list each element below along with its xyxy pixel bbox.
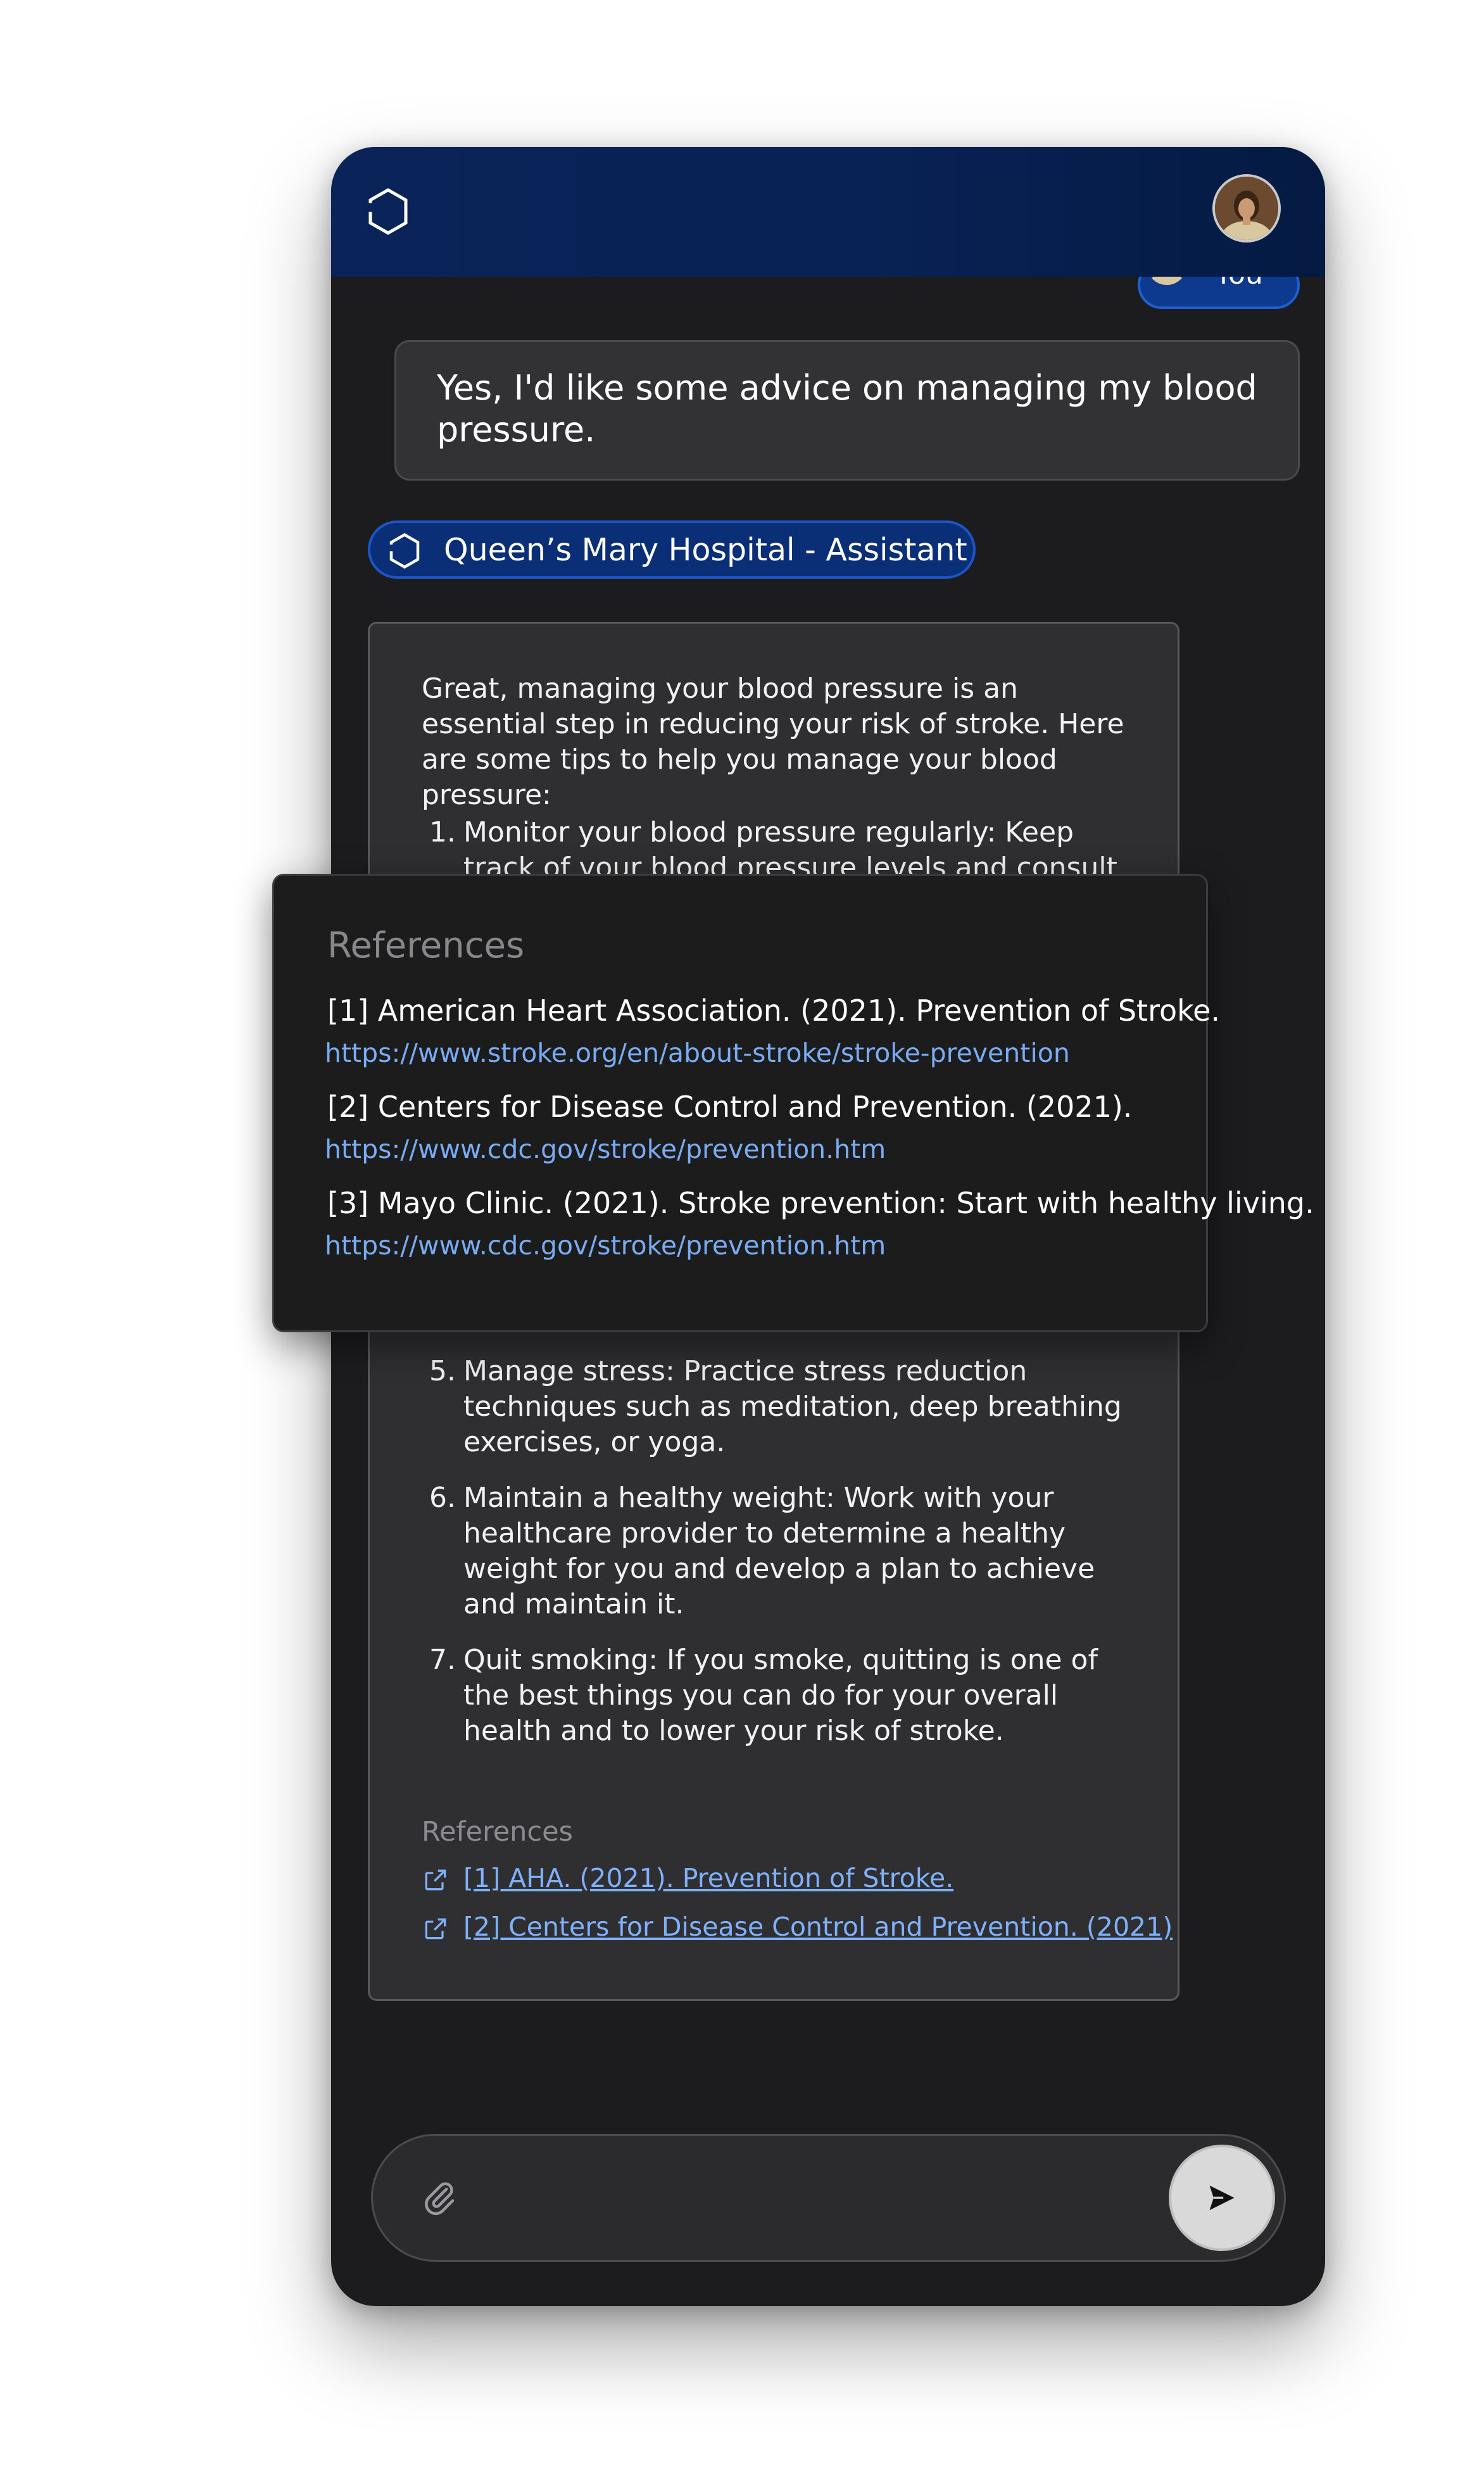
user-message-text: Yes, I'd like some advice on managing my… — [437, 368, 1257, 450]
send-arrow-icon — [1209, 2185, 1235, 2210]
popover-reference-text-2: [2] Centers for Disease Control and Prev… — [327, 1090, 1133, 1124]
message-composer[interactable] — [371, 2134, 1286, 2262]
user-avatar[interactable] — [1212, 174, 1281, 243]
list-item: 6. Maintain a healthy weight: Work with … — [429, 1482, 1095, 1620]
tip-text: Manage stress: Practice stress reduction… — [463, 1355, 1122, 1458]
list-item: 7. Quit smoking: If you smoke, quitting … — [429, 1644, 1098, 1747]
assistant-label: Queen’s Mary Hospital - Assistant — [444, 532, 967, 568]
popover-reference-link-2[interactable]: https://www.cdc.gov/stroke/prevention.ht… — [325, 1134, 886, 1164]
send-button[interactable] — [1169, 2145, 1275, 2251]
assistant-intro-text: Great, managing your blood pressure is a… — [422, 672, 1124, 811]
references-popover: References [1] American Heart Associatio… — [272, 874, 1314, 1332]
tip-text: Maintain a healthy weight: Work with you… — [463, 1482, 1095, 1620]
card-references-title: References — [422, 1816, 573, 1848]
popover-reference-text-3: [3] Mayo Clinic. (2021). Stroke preventi… — [327, 1186, 1314, 1220]
card-reference-link-2[interactable]: [2] Centers for Disease Control and Prev… — [422, 1909, 1173, 1945]
external-link-icon — [425, 1869, 446, 1891]
popover-reference-text-1: [1] American Heart Association. (2021). … — [327, 993, 1221, 1028]
popover-reference-link-1[interactable]: https://www.stroke.org/en/about-stroke/s… — [325, 1038, 1070, 1068]
card-reference-link-1[interactable]: [1] AHA. (2021). Prevention of Stroke. — [422, 1860, 953, 1896]
app-header — [331, 147, 1325, 277]
list-item: 5. Manage stress: Practice stress reduct… — [429, 1355, 1122, 1458]
popover-title: References — [327, 925, 525, 966]
external-link-icon — [425, 1918, 446, 1939]
paperclip-icon[interactable] — [420, 2179, 458, 2217]
hexagon-logo-icon[interactable] — [363, 186, 413, 237]
tips-list-bottom: 5. Manage stress: Practice stress reduct… — [422, 1354, 1143, 1769]
tip-text: Quit smoking: If you smoke, quitting is … — [463, 1644, 1098, 1747]
popover-reference-link-3[interactable]: https://www.cdc.gov/stroke/prevention.ht… — [325, 1230, 886, 1261]
assistant-label-chip: Queen’s Mary Hospital - Assistant — [368, 520, 976, 579]
user-message-bubble: Yes, I'd like some advice on managing my… — [394, 340, 1300, 481]
assistant-hexagon-icon — [389, 533, 420, 569]
